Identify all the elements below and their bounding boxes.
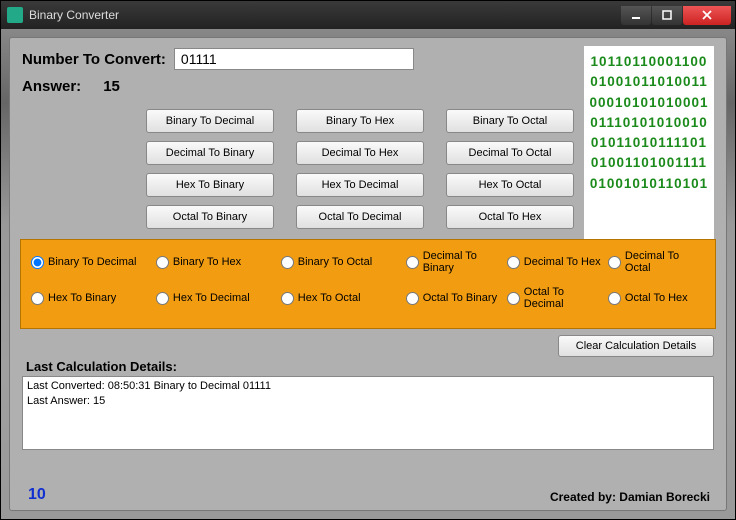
radio-label: Decimal To Binary: [423, 250, 503, 274]
conversion-radio[interactable]: Octal To Binary: [406, 286, 503, 310]
clear-calculation-button[interactable]: Clear Calculation Details: [558, 335, 714, 357]
version-label: 10: [22, 486, 46, 504]
conversion-radio[interactable]: Octal To Decimal: [507, 286, 604, 310]
radio-label: Binary To Decimal: [48, 256, 136, 268]
radio-label: Decimal To Octal: [625, 250, 705, 274]
top-row: Number To Convert: Answer: 15 Binary To …: [22, 48, 714, 239]
convert-button[interactable]: Binary To Octal: [446, 109, 574, 133]
radio-label: Decimal To Hex: [524, 256, 601, 268]
convert-button[interactable]: Hex To Decimal: [296, 173, 424, 197]
convert-button[interactable]: Decimal To Binary: [146, 141, 274, 165]
conversion-radio[interactable]: Binary To Decimal: [31, 250, 152, 274]
conversion-radio[interactable]: Decimal To Hex: [507, 250, 604, 274]
conversion-radio[interactable]: Decimal To Octal: [608, 250, 705, 274]
radio-row-2: Hex To Binary Hex To Decimal Hex To Octal O…: [31, 286, 705, 310]
button-grid: Binary To Decimal Binary To Hex Binary To …: [22, 109, 574, 229]
details-box: Last Converted: 08:50:31 Binary to Decim…: [22, 376, 714, 450]
answer-value: 15: [103, 78, 120, 95]
convert-button[interactable]: Decimal To Hex: [296, 141, 424, 165]
close-button[interactable]: [683, 6, 731, 25]
top-left: Number To Convert: Answer: 15 Binary To …: [22, 48, 574, 239]
answer-label: Answer:: [22, 78, 81, 95]
convert-button[interactable]: Hex To Binary: [146, 173, 274, 197]
convert-button[interactable]: Binary To Decimal: [146, 109, 274, 133]
app-icon: [7, 7, 23, 23]
radio-panel: Binary To Decimal Binary To Hex Binary To …: [20, 239, 716, 329]
credit-label: Created by: Damian Borecki: [550, 490, 714, 504]
convert-button[interactable]: Binary To Hex: [296, 109, 424, 133]
client-area: Number To Convert: Answer: 15 Binary To …: [1, 29, 735, 519]
convert-button[interactable]: Octal To Binary: [146, 205, 274, 229]
app-window: Binary Converter Number To Convert: Answ…: [0, 0, 736, 520]
minimize-button[interactable]: [621, 6, 651, 25]
window-controls: [621, 6, 731, 25]
conversion-radio[interactable]: Binary To Hex: [156, 250, 277, 274]
titlebar: Binary Converter: [1, 1, 735, 29]
number-input[interactable]: [174, 48, 414, 70]
answer-line: Answer: 15: [22, 78, 574, 95]
binary-art: 1011011000110001001011010011000101010100…: [584, 46, 714, 239]
maximize-button[interactable]: [652, 6, 682, 25]
input-label: Number To Convert:: [22, 51, 166, 68]
clear-row: Clear Calculation Details: [22, 335, 714, 357]
details-header: Last Calculation Details:: [22, 359, 714, 374]
convert-button[interactable]: Hex To Octal: [446, 173, 574, 197]
main-panel: Number To Convert: Answer: 15 Binary To …: [9, 37, 727, 511]
conversion-radio[interactable]: Hex To Binary: [31, 286, 152, 310]
window-title: Binary Converter: [29, 8, 621, 22]
conversion-radio[interactable]: Hex To Octal: [281, 286, 402, 310]
input-line: Number To Convert:: [22, 48, 574, 70]
footer: 10 Created by: Damian Borecki: [22, 482, 714, 504]
radio-label: Hex To Octal: [298, 292, 361, 304]
radio-row-1: Binary To Decimal Binary To Hex Binary To …: [31, 250, 705, 274]
conversion-radio[interactable]: Binary To Octal: [281, 250, 402, 274]
convert-button[interactable]: Decimal To Octal: [446, 141, 574, 165]
radio-label: Octal To Hex: [625, 292, 688, 304]
conversion-radio[interactable]: Decimal To Binary: [406, 250, 503, 274]
radio-label: Hex To Binary: [48, 292, 116, 304]
conversion-radio[interactable]: Hex To Decimal: [156, 286, 277, 310]
conversion-radio[interactable]: Octal To Hex: [608, 286, 705, 310]
convert-button[interactable]: Octal To Hex: [446, 205, 574, 229]
radio-label: Octal To Binary: [423, 292, 497, 304]
radio-label: Binary To Octal: [298, 256, 372, 268]
radio-label: Binary To Hex: [173, 256, 241, 268]
convert-button[interactable]: Octal To Decimal: [296, 205, 424, 229]
radio-label: Hex To Decimal: [173, 292, 250, 304]
radio-label: Octal To Decimal: [524, 286, 604, 310]
